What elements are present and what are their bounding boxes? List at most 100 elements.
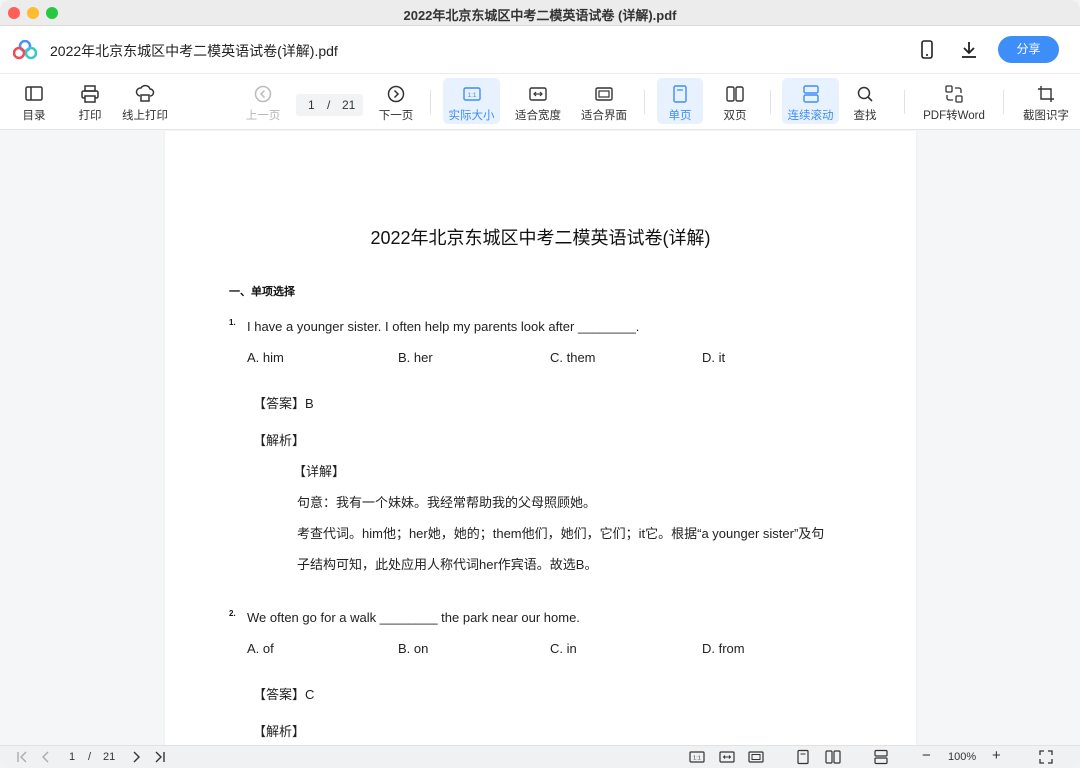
continuous-scroll-label: 连续滚动 <box>787 110 834 122</box>
fit-width-icon[interactable] <box>719 749 735 765</box>
next-page-button[interactable]: 下一页 <box>374 78 418 124</box>
actual-size-icon[interactable]: 1:1 <box>689 749 705 765</box>
single-page-label: 单页 <box>668 110 692 122</box>
detail-line: 句意：我有一个妹妹。我经常帮助我的父母照顾她。 <box>297 495 597 510</box>
double-page-button[interactable]: 双页 <box>713 78 757 124</box>
question-text: I have a younger sister. I often help my… <box>247 319 640 334</box>
answer: 【答案】C <box>253 687 315 702</box>
crop-icon <box>1038 86 1054 102</box>
first-page-icon[interactable] <box>15 749 31 765</box>
document-title: 2022年北京东城区中考二模英语试卷(详解) <box>370 228 711 248</box>
app-window: 2022年北京东城区中考二模英语试卷 (详解).pdf 2022年北京东城区中考… <box>0 0 1080 768</box>
fit-width-icon <box>529 87 547 101</box>
current-page-value: 1 <box>308 98 315 112</box>
question-text: We often go for a walk ________ the park… <box>247 610 580 625</box>
detail-line: 子结构可知，此处应用人称代词her作宾语。故选B。 <box>297 557 598 572</box>
fit-width-button[interactable]: 适合宽度 <box>512 78 564 124</box>
analysis-label: 【解析】 <box>253 433 306 448</box>
detail-line: 考查代词。him他；her她，她的；them他们，她们，它们；it它。根据“a … <box>297 526 825 541</box>
bottom-total-pages: 21 <box>103 751 116 763</box>
actual-size-label: 实际大小 <box>448 110 495 122</box>
toolbar-divider <box>430 90 431 114</box>
zoom-out-button[interactable]: − <box>922 747 931 764</box>
pdf-to-word-label: PDF转Word <box>923 110 985 122</box>
prev-page-button[interactable]: 上一页 <box>242 78 284 124</box>
zoom-in-button[interactable]: + <box>992 747 1001 764</box>
option: B. on <box>398 641 429 656</box>
single-page-button[interactable]: 单页 <box>657 78 703 124</box>
toc-button[interactable]: 目录 <box>14 78 54 124</box>
option: A. of <box>247 641 274 656</box>
fit-page-icon[interactable] <box>748 749 764 765</box>
sidebar-icon <box>25 86 43 101</box>
print-label: 打印 <box>78 110 102 122</box>
double-page-label: 双页 <box>723 110 747 122</box>
page-number-input[interactable]: 1 / 21 <box>296 94 363 116</box>
toolbar: 目录 打印 线上打印 上一页 1 / 21 下一页 1:1 实际大小 适合宽度 … <box>0 74 1080 130</box>
last-page-icon[interactable] <box>151 749 167 765</box>
single-page-icon <box>673 85 687 103</box>
fit-page-label: 适合界面 <box>581 110 627 122</box>
printer-icon <box>81 85 99 103</box>
bottom-page-separator: / <box>88 751 92 763</box>
single-page-icon[interactable] <box>795 749 811 765</box>
option: C. them <box>550 350 596 365</box>
cloud-print-icon <box>135 84 155 102</box>
option: D. it <box>702 350 726 365</box>
double-page-icon[interactable] <box>825 749 841 765</box>
option: D. from <box>702 641 745 656</box>
title-bar: 2022年北京东城区中考二模英语试卷 (详解).pdf <box>0 0 1080 26</box>
status-bar: 1 / 21 1:1 − 100% + <box>0 745 1080 768</box>
print-button[interactable]: 打印 <box>70 78 110 124</box>
document-viewport[interactable]: 2022年北京东城区中考二模英语试卷(详解) 一、单项选择 1. I have … <box>0 131 1080 745</box>
answer: 【答案】B <box>253 396 314 411</box>
continuous-scroll-icon <box>802 85 819 103</box>
question-number: 1. <box>229 318 236 327</box>
actual-size-icon-text: 1:1 <box>467 92 476 99</box>
bottom-actual-size-text: 1:1 <box>693 756 701 762</box>
continuous-scroll-button[interactable]: 连续滚动 <box>782 78 839 124</box>
next-page-label: 下一页 <box>378 110 414 122</box>
search-button[interactable]: 查找 <box>845 78 885 124</box>
file-title: 2022年北京东城区中考二模英语试卷(详解).pdf <box>50 43 338 59</box>
online-print-label: 线上打印 <box>122 110 168 122</box>
detail-label: 【详解】 <box>293 464 346 479</box>
prev-page-icon[interactable] <box>38 749 54 765</box>
fullscreen-icon[interactable] <box>1038 749 1054 765</box>
option: B. her <box>398 350 433 365</box>
option: C. in <box>550 641 577 656</box>
next-page-icon[interactable] <box>128 749 144 765</box>
fit-page-icon <box>595 87 613 101</box>
app-logo-icon <box>13 40 37 60</box>
mobile-phone-icon[interactable] <box>915 38 939 62</box>
page-separator: / <box>327 98 331 112</box>
pdf-to-word-button[interactable]: PDF转Word <box>920 78 988 124</box>
screenshot-ocr-button[interactable]: 截图识字 <box>1020 78 1072 124</box>
actual-size-button[interactable]: 1:1 实际大小 <box>443 78 500 124</box>
download-icon[interactable] <box>957 38 981 62</box>
continuous-scroll-icon[interactable] <box>873 749 889 765</box>
zoom-level[interactable]: 100% <box>948 751 976 763</box>
option: A. him <box>247 350 284 365</box>
total-pages-value: 21 <box>342 98 356 112</box>
fit-width-label: 适合宽度 <box>515 110 561 122</box>
share-button[interactable]: 分享 <box>998 36 1059 63</box>
search-label: 查找 <box>853 110 877 122</box>
toolbar-divider <box>904 90 905 114</box>
double-page-icon <box>726 86 744 102</box>
toolbar-divider <box>644 90 645 114</box>
analysis-label: 【解析】 <box>253 724 306 739</box>
chevron-right-circle-icon <box>387 85 405 103</box>
pdf-page: 2022年北京东城区中考二模英语试卷(详解) 一、单项选择 1. I have … <box>165 131 916 745</box>
toc-label: 目录 <box>22 110 46 122</box>
search-icon <box>857 86 873 102</box>
screenshot-ocr-label: 截图识字 <box>1023 110 1069 122</box>
actual-size-icon: 1:1 <box>462 87 481 101</box>
convert-icon <box>945 85 963 103</box>
app-header: 2022年北京东城区中考二模英语试卷(详解).pdf 分享 <box>0 26 1080 74</box>
question-number: 2. <box>229 609 236 618</box>
section-title: 一、单项选择 <box>229 286 295 298</box>
online-print-button[interactable]: 线上打印 <box>118 78 172 124</box>
fit-page-button[interactable]: 适合界面 <box>578 78 630 124</box>
bottom-current-page[interactable]: 1 <box>69 751 75 763</box>
